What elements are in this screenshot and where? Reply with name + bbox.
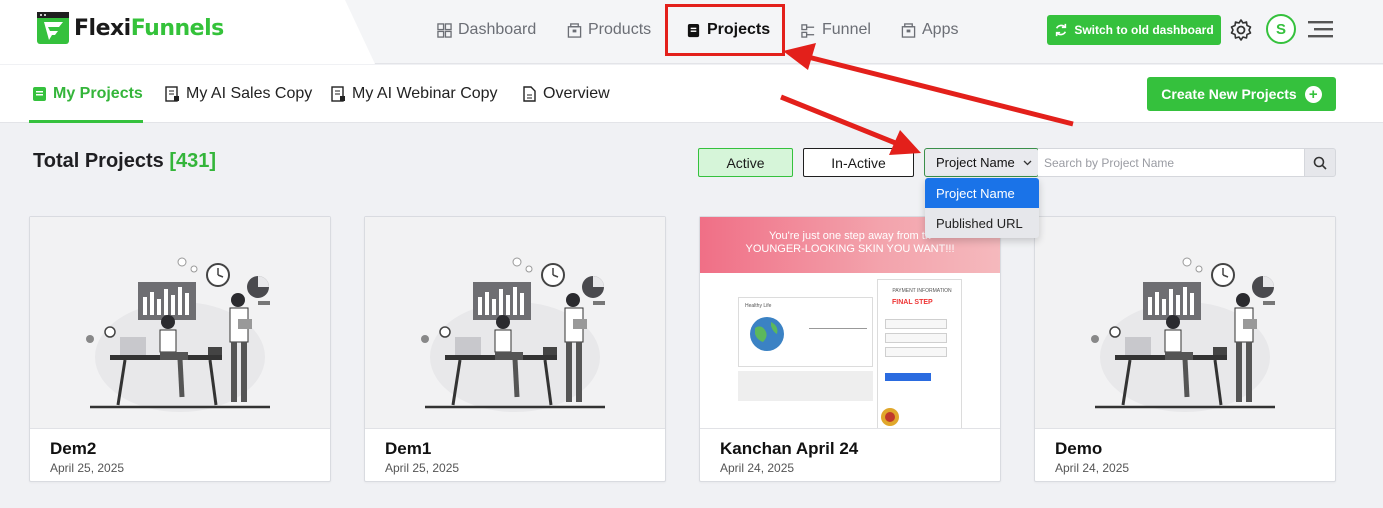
nav-products[interactable]: Products — [567, 16, 651, 44]
dropdown-option-project-name[interactable]: Project Name — [925, 178, 1039, 208]
thumbnail-payment-label: PAYMENT INFORMATION — [892, 288, 952, 294]
tab-ai-webinar-copy-label: My AI Webinar Copy — [352, 85, 498, 102]
badge-icon — [881, 408, 899, 426]
nav-dashboard-label: Dashboard — [458, 21, 537, 38]
logo-icon — [37, 12, 69, 44]
project-card[interactable]: Demo April 24, 2025 — [1034, 216, 1336, 482]
tab-ai-sales-copy[interactable]: My AI Sales Copy — [165, 65, 312, 123]
project-subnav: My Projects My AI Sales Copy My AI Webin… — [0, 65, 1383, 123]
tab-overview[interactable]: Overview — [522, 65, 610, 123]
search-field-select[interactable]: Project Name — [924, 148, 1039, 177]
create-label: Create New Projects — [1161, 86, 1297, 102]
inactive-filter-button[interactable]: In-Active — [803, 148, 914, 177]
thumbnail-button — [885, 373, 931, 381]
create-new-projects-button[interactable]: Create New Projects + — [1147, 77, 1336, 111]
project-title: Demo — [1055, 439, 1103, 458]
document-icon — [33, 87, 46, 101]
nav-funnel-label: Funnel — [822, 21, 871, 38]
nav-products-label: Products — [588, 21, 652, 38]
thumbnail-brand: Healthy Life — [745, 303, 772, 309]
plus-icon: + — [1304, 85, 1322, 103]
grid-icon — [437, 22, 452, 38]
switch-label: Switch to old dashboard — [1074, 23, 1214, 37]
total-count: [431] — [169, 150, 217, 172]
project-title: Kanchan April 24 — [720, 439, 859, 458]
project-card[interactable]: You're just one step away from th YOUNGE… — [699, 216, 1001, 482]
brand-logo[interactable]: FlexiFunnels — [36, 11, 224, 45]
office-illustration — [30, 217, 330, 429]
search-field-dropdown: Project Name Published URL — [925, 178, 1039, 238]
select-value: Project Name — [936, 155, 1015, 170]
project-thumbnail — [30, 217, 330, 429]
project-title: Dem1 — [385, 439, 432, 458]
highlight-box — [665, 4, 785, 56]
top-navbar: FlexiFunnels Dashboard Products Projects… — [0, 0, 1383, 64]
project-title: Dem2 — [50, 439, 97, 458]
globe-icon — [750, 317, 784, 351]
nav-funnel[interactable]: Funnel — [801, 16, 871, 44]
thumbnail-field — [885, 347, 947, 357]
active-filter-button[interactable]: Active — [698, 148, 793, 177]
thumbnail-step: FINAL STEP — [892, 299, 933, 306]
dropdown-option-published-url[interactable]: Published URL — [925, 208, 1039, 238]
project-date: April 25, 2025 — [50, 461, 125, 475]
brand-name: FlexiFunnels — [74, 15, 224, 41]
thumbnail-order-box: Healthy Life — [738, 297, 873, 367]
tab-my-projects[interactable]: My Projects — [32, 65, 143, 123]
project-date: April 24, 2025 — [720, 461, 795, 475]
thumbnail-field — [885, 319, 947, 329]
project-date: April 24, 2025 — [1055, 461, 1130, 475]
box-icon — [567, 22, 582, 38]
search-button[interactable] — [1304, 148, 1336, 177]
search-input[interactable] — [1038, 148, 1305, 177]
nav-dashboard[interactable]: Dashboard — [437, 16, 536, 44]
tab-my-projects-label: My Projects — [53, 85, 143, 102]
project-card[interactable]: Dem2 April 25, 2025 — [29, 216, 331, 482]
active-tab-underline — [29, 120, 143, 123]
box-icon — [901, 22, 916, 38]
total-projects: Total Projects [431] — [33, 150, 216, 173]
nav-apps[interactable]: Apps — [901, 16, 958, 44]
document-pen-icon — [165, 86, 179, 102]
tab-overview-label: Overview — [543, 85, 610, 102]
project-thumbnail: You're just one step away from th YOUNGE… — [700, 217, 1000, 429]
project-thumbnail — [1035, 217, 1335, 429]
project-date: April 25, 2025 — [385, 461, 460, 475]
nav-apps-label: Apps — [922, 21, 959, 38]
project-card[interactable]: Dem1 April 25, 2025 — [364, 216, 666, 482]
tab-ai-webinar-copy[interactable]: My AI Webinar Copy — [331, 65, 498, 123]
switch-old-dashboard-button[interactable]: Switch to old dashboard — [1047, 15, 1221, 45]
refresh-icon — [1056, 23, 1067, 37]
office-illustration — [365, 217, 665, 429]
project-thumbnail — [365, 217, 665, 429]
thumbnail-subheadline: YOUNGER-LOOKING SKIN YOU WANT!!! — [745, 243, 955, 255]
search-icon — [1313, 156, 1327, 170]
hamburger-menu-icon[interactable] — [1308, 19, 1333, 39]
thumbnail-field — [885, 333, 947, 343]
document-pen-icon — [331, 86, 345, 102]
thumbnail-text-block — [738, 371, 873, 401]
total-label: Total Projects — [33, 150, 164, 172]
file-icon — [523, 86, 536, 102]
chevron-down-icon — [1023, 160, 1032, 165]
office-illustration — [1035, 217, 1335, 429]
funnel-icon — [801, 23, 815, 38]
gear-icon[interactable] — [1229, 18, 1253, 42]
avatar[interactable]: S — [1266, 14, 1296, 44]
tab-ai-sales-copy-label: My AI Sales Copy — [186, 85, 313, 102]
